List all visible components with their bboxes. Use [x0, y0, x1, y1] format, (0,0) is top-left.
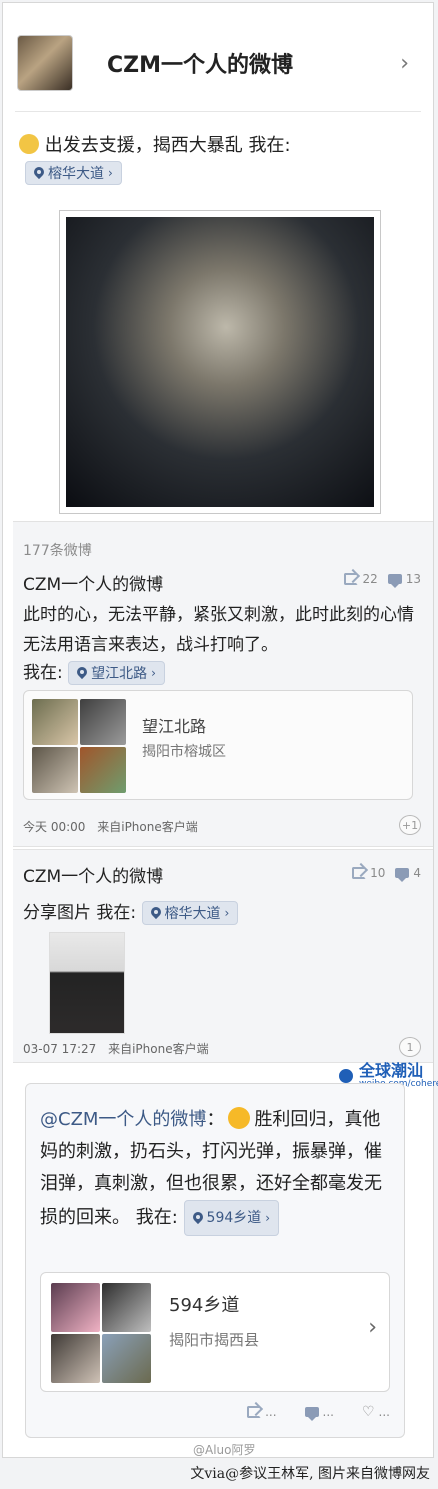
retweet-location-label: 594乡道 [206, 1210, 262, 1226]
post-time: 今天 00:00 [23, 820, 86, 834]
header-divider [15, 111, 421, 112]
profile-header[interactable]: CZM一个人的微博 › [17, 33, 417, 93]
like-button[interactable]: +1 [399, 815, 421, 835]
retweet-text: @CZM一个人的微博： 胜利回归，真他妈的刺激，扔石头，打闪光弹，振暴弹，催泪弹，… [40, 1104, 390, 1236]
place-thumbnail-grid [51, 1283, 151, 1383]
post-location-tag[interactable]: 榕华大道 › [141, 901, 239, 925]
like-button[interactable]: 1 [399, 1037, 421, 1057]
comment-count: 4 [413, 866, 421, 880]
chevron-right-icon: › [265, 1211, 271, 1225]
crying-emoji-icon [19, 134, 39, 154]
post-location-tag[interactable]: 望江北路 › [68, 661, 165, 685]
retweet-separator: ： [206, 1109, 225, 1130]
like-button[interactable]: ♡... [362, 1404, 390, 1420]
retweet-location-tag[interactable]: 594乡道 › [183, 1200, 280, 1236]
surprised-emoji-icon [228, 1107, 251, 1129]
chevron-right-icon: › [224, 906, 230, 920]
comment-icon [304, 1407, 319, 1421]
location-pin-icon [193, 1212, 203, 1224]
chevron-right-icon[interactable]: › [368, 1315, 377, 1340]
post-body: 分享图片 我在: [23, 903, 137, 923]
repost-button[interactable]: 10 [352, 866, 385, 880]
main-location-label: 榕华大道 [48, 166, 104, 182]
repost-button[interactable]: 22 [344, 572, 378, 586]
comment-button[interactable]: 13 [387, 572, 421, 588]
post-location-line: 我在: 望江北路 › [23, 658, 165, 685]
repost-count: 10 [370, 866, 386, 880]
location-prefix: 我在: [23, 663, 63, 683]
post-meta: 今天 00:00 来自iPhone客户端 [23, 818, 198, 835]
place-address: 揭阳市榕城区 [142, 744, 226, 760]
like-count: +1 [401, 818, 419, 832]
post-count-label: 177条微博 [23, 543, 92, 559]
credit-line: 文via@参议王林军, 图片来自微博网友 [190, 1466, 430, 1482]
chevron-right-icon: › [151, 666, 156, 680]
place-address: 揭阳市揭西县 [169, 1331, 260, 1349]
username-watermark: @Aluo阿罗 [193, 1443, 256, 1457]
retweet-actions: ... ... ♡... [247, 1404, 390, 1421]
share-icon [352, 867, 367, 879]
post-time: 03-07 17:27 [23, 1042, 97, 1056]
main-post-text: 出发去支援，揭西大暴乱 我在: [19, 131, 419, 157]
post-location-line: 分享图片 我在: 榕华大道 › [23, 898, 239, 925]
heart-icon: ♡ [361, 1404, 375, 1420]
place-card[interactable]: 望江北路 揭阳市榕城区 [23, 690, 413, 800]
location-pin-icon [34, 167, 44, 179]
share-icon [247, 1406, 262, 1418]
repost-count: 22 [362, 572, 378, 586]
comment-action-label: ... [322, 1405, 334, 1419]
post-card-2[interactable]: CZM一个人的微博 10 4 分享图片 我在: 榕华大道 › 03-07 17:2… [13, 849, 433, 1063]
place-name: 594乡道 [169, 1295, 240, 1316]
comment-button[interactable]: 4 [395, 866, 421, 882]
chevron-right-icon: › [108, 166, 113, 180]
like-count: 1 [406, 1040, 414, 1054]
place-name: 望江北路 [142, 717, 207, 736]
post-source: 来自iPhone客户端 [108, 1042, 209, 1056]
repost-action-label: ... [265, 1405, 277, 1419]
location-pin-icon [151, 907, 161, 919]
comment-icon [395, 868, 410, 882]
retweet-author[interactable]: @CZM一个人的微博 [40, 1109, 206, 1130]
avatar[interactable] [17, 35, 73, 91]
post-author[interactable]: CZM一个人的微博 [23, 862, 163, 887]
like-action-label: ... [378, 1405, 390, 1419]
comment-button[interactable]: ... [304, 1405, 334, 1421]
repost-button[interactable]: ... [247, 1405, 277, 1419]
retweet-bubble[interactable]: @CZM一个人的微博： 胜利回归，真他妈的刺激，扔石头，打闪光弹，振暴弹，催泪弹，… [25, 1083, 405, 1438]
post-author[interactable]: CZM一个人的微博 [23, 570, 163, 595]
helmet-photo [66, 217, 374, 507]
main-location-tag[interactable]: 榕华大道 › [25, 161, 122, 185]
location-pin-icon [77, 667, 87, 679]
chevron-right-icon[interactable]: › [400, 51, 409, 76]
watermark-brand: 全球潮汕 [359, 1061, 424, 1080]
post-body: 此时的心，无法平静，紧张又刺激，此时此刻的心情无法用语言来表达，战斗打响了。 [23, 605, 414, 655]
retweet-line1: 胜利回归， [254, 1109, 345, 1130]
place-thumbnail-grid [32, 699, 126, 793]
comment-count: 13 [405, 572, 421, 586]
profile-title: CZM一个人的微博 [107, 53, 293, 78]
place-card[interactable]: 594乡道 揭阳市揭西县 › [40, 1272, 390, 1392]
share-icon [344, 573, 359, 585]
post-card-1[interactable]: 177条微博 CZM一个人的微博 22 13 此时的心，无法平静，紧张又刺激，此… [13, 521, 433, 847]
main-post-body: 出发去支援，揭西大暴乱 我在: [44, 135, 291, 156]
post-image[interactable] [49, 932, 125, 1034]
post-location-label: 望江北路 [91, 666, 148, 682]
post-location-label: 榕华大道 [164, 906, 221, 922]
main-post-image[interactable] [59, 210, 381, 514]
post-meta: 03-07 17:27 来自iPhone客户端 [23, 1040, 209, 1057]
post-source: 来自iPhone客户端 [97, 820, 198, 834]
weibo-screenshot-frame: CZM一个人的微博 › 出发去支援，揭西大暴乱 我在: 榕华大道 › 177条微博… [2, 2, 438, 1458]
comment-icon [387, 574, 402, 588]
